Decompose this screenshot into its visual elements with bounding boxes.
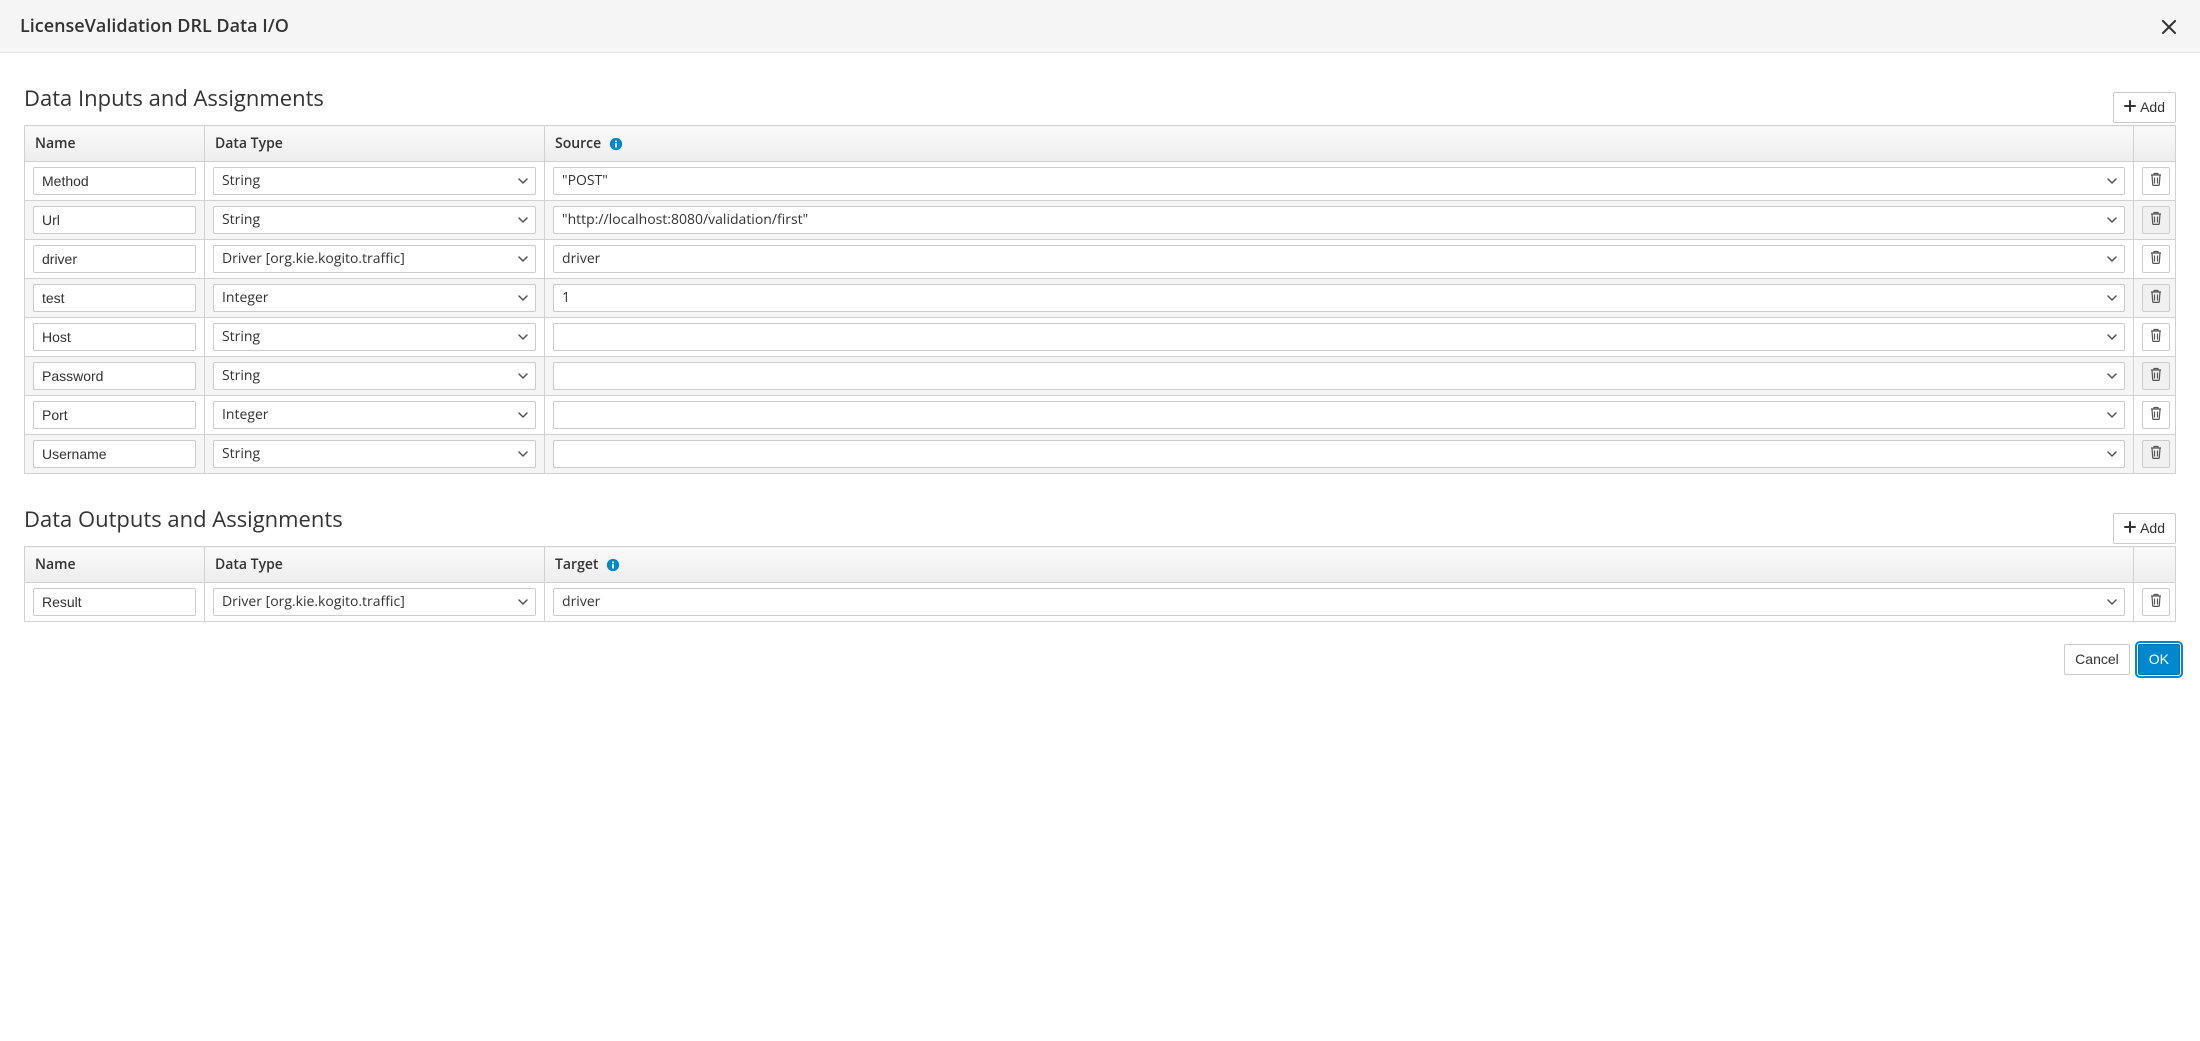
table-row: Driver [org.kie.kogito.traffic] driver xyxy=(25,240,2176,279)
outputs-section-header: Data Outputs and Assignments Add xyxy=(24,504,2176,544)
data-type-select[interactable]: String xyxy=(213,206,536,234)
name-input[interactable] xyxy=(33,245,196,273)
ok-button[interactable]: OK xyxy=(2138,644,2180,675)
name-input[interactable] xyxy=(33,167,196,195)
outputs-col-type: Data Type xyxy=(205,547,545,583)
source-select[interactable] xyxy=(553,323,2125,351)
close-icon[interactable] xyxy=(2158,15,2180,37)
source-select[interactable]: "http://localhost:8080/validation/first" xyxy=(553,206,2125,234)
table-row: String xyxy=(25,435,2176,474)
name-input[interactable] xyxy=(33,362,196,390)
table-row: Integer 1 xyxy=(25,279,2176,318)
delete-row-button[interactable] xyxy=(2142,440,2170,468)
name-input[interactable] xyxy=(33,588,196,616)
name-input[interactable] xyxy=(33,284,196,312)
inputs-col-actions xyxy=(2134,126,2176,162)
name-input[interactable] xyxy=(33,323,196,351)
source-select[interactable]: driver xyxy=(553,245,2125,273)
dialog-body: Data Inputs and Assignments Add Name Dat… xyxy=(0,53,2200,632)
data-type-select[interactable]: Driver [org.kie.kogito.traffic] xyxy=(213,245,536,273)
name-input[interactable] xyxy=(33,206,196,234)
inputs-col-source: Source xyxy=(545,126,2134,162)
delete-row-button[interactable] xyxy=(2142,588,2170,616)
table-row: String "POST" xyxy=(25,162,2176,201)
trash-icon xyxy=(2150,328,2162,347)
table-row: String xyxy=(25,318,2176,357)
trash-icon xyxy=(2150,250,2162,269)
inputs-section-header: Data Inputs and Assignments Add xyxy=(24,83,2176,123)
name-input[interactable] xyxy=(33,440,196,468)
outputs-col-target-label: Target xyxy=(555,555,598,574)
source-select[interactable] xyxy=(553,362,2125,390)
dialog-title: LicenseValidation DRL Data I/O xyxy=(20,14,289,38)
delete-row-button[interactable] xyxy=(2142,284,2170,312)
delete-row-button[interactable] xyxy=(2142,206,2170,234)
dialog-footer: Cancel OK xyxy=(0,632,2200,695)
data-type-select[interactable]: Integer xyxy=(213,401,536,429)
outputs-col-target: Target xyxy=(545,547,2134,583)
info-icon[interactable] xyxy=(606,558,620,572)
table-row: String "http://localhost:8080/validation/… xyxy=(25,201,2176,240)
dialog-header: LicenseValidation DRL Data I/O xyxy=(0,0,2200,53)
add-input-button[interactable]: Add xyxy=(2113,92,2176,123)
outputs-col-name: Name xyxy=(25,547,205,583)
outputs-col-actions xyxy=(2134,547,2176,583)
outputs-table: Name Data Type Target Driver [org.kie.ko… xyxy=(24,546,2176,622)
add-output-label: Add xyxy=(2140,518,2165,539)
data-type-select[interactable]: String xyxy=(213,323,536,351)
inputs-col-source-label: Source xyxy=(555,134,601,153)
cancel-button[interactable]: Cancel xyxy=(2064,644,2130,675)
trash-icon xyxy=(2150,172,2162,191)
data-type-select[interactable]: String xyxy=(213,167,536,195)
trash-icon xyxy=(2150,593,2162,612)
trash-icon xyxy=(2150,289,2162,308)
data-type-select[interactable]: Driver [org.kie.kogito.traffic] xyxy=(213,588,536,616)
outputs-title: Data Outputs and Assignments xyxy=(24,504,343,534)
data-type-select[interactable]: String xyxy=(213,440,536,468)
name-input[interactable] xyxy=(33,401,196,429)
delete-row-button[interactable] xyxy=(2142,362,2170,390)
trash-icon xyxy=(2150,211,2162,230)
source-select[interactable]: "POST" xyxy=(553,167,2125,195)
inputs-col-name: Name xyxy=(25,126,205,162)
table-row: Driver [org.kie.kogito.traffic] driver xyxy=(25,583,2176,622)
inputs-table: Name Data Type Source String"POST"String… xyxy=(24,125,2176,474)
inputs-title: Data Inputs and Assignments xyxy=(24,83,324,113)
data-type-select[interactable]: Integer xyxy=(213,284,536,312)
table-row: String xyxy=(25,357,2176,396)
add-output-button[interactable]: Add xyxy=(2113,513,2176,544)
source-select[interactable] xyxy=(553,401,2125,429)
source-select[interactable]: 1 xyxy=(553,284,2125,312)
source-select[interactable] xyxy=(553,440,2125,468)
plus-icon xyxy=(2124,97,2136,118)
info-icon[interactable] xyxy=(609,137,623,151)
inputs-col-type: Data Type xyxy=(205,126,545,162)
add-input-label: Add xyxy=(2140,97,2165,118)
delete-row-button[interactable] xyxy=(2142,323,2170,351)
trash-icon xyxy=(2150,445,2162,464)
delete-row-button[interactable] xyxy=(2142,167,2170,195)
trash-icon xyxy=(2150,367,2162,386)
table-row: Integer xyxy=(25,396,2176,435)
target-select[interactable]: driver xyxy=(553,588,2125,616)
delete-row-button[interactable] xyxy=(2142,401,2170,429)
plus-icon xyxy=(2124,518,2136,539)
delete-row-button[interactable] xyxy=(2142,245,2170,273)
trash-icon xyxy=(2150,406,2162,425)
data-type-select[interactable]: String xyxy=(213,362,536,390)
